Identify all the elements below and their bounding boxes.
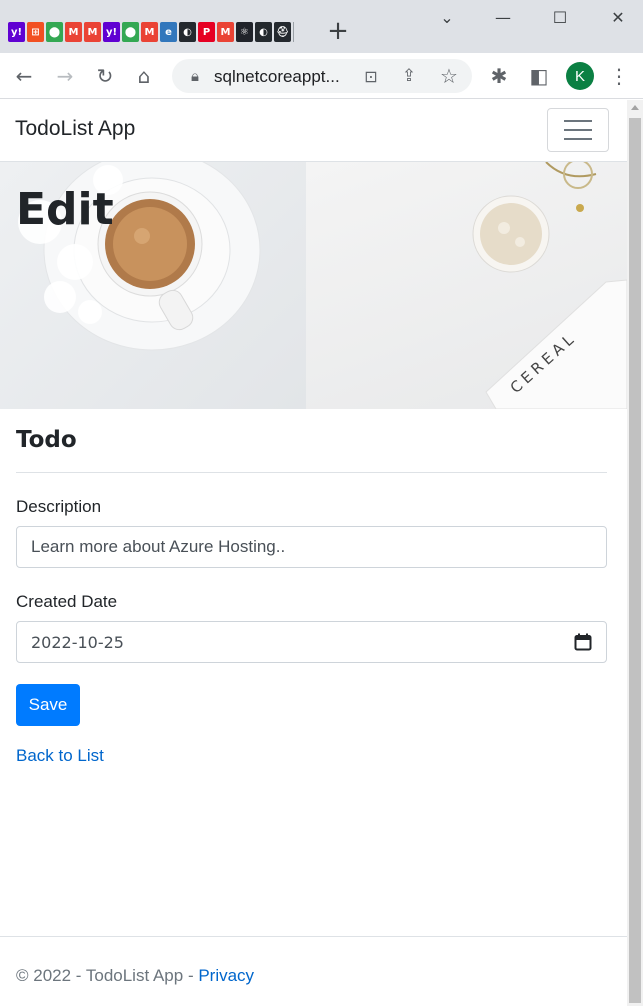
description-input[interactable]: Learn more about Azure Hosting..	[16, 526, 607, 568]
hero-image-cereal: CEREAL	[306, 162, 627, 409]
footer-copyright: © 2022 - TodoList App -	[16, 966, 199, 985]
new-tab-button[interactable]: +	[326, 18, 350, 44]
hero-banner: CEREAL Edit	[0, 162, 627, 409]
scroll-up-arrow[interactable]	[631, 105, 639, 110]
footer-text: © 2022 - TodoList App - Privacy	[16, 966, 254, 986]
gmail-icon[interactable]: M	[141, 22, 158, 42]
github-icon[interactable]: ◐	[255, 22, 272, 42]
cereal-illustration: CEREAL	[472, 162, 627, 409]
bookmark-star-icon[interactable]: ☆	[436, 63, 462, 89]
hamburger-line	[564, 120, 592, 122]
save-button[interactable]: Save	[16, 684, 80, 726]
google-maps-icon[interactable]: ⬤	[122, 22, 139, 42]
page-title: Edit	[16, 184, 114, 235]
menu-kebab-icon[interactable]: ⋮	[606, 63, 632, 89]
navbar-brand[interactable]: TodoList App	[15, 117, 135, 141]
google-maps-icon[interactable]: ⬤	[46, 22, 63, 42]
back-icon[interactable]: ←	[11, 63, 37, 89]
edge-icon[interactable]: e	[160, 22, 177, 42]
gmail-icon[interactable]: M	[217, 22, 234, 42]
scrollbar-thumb[interactable]	[629, 118, 641, 1003]
extensions-icon[interactable]: ✱	[486, 63, 512, 89]
tab-search-icon[interactable]: ⌄	[432, 6, 462, 30]
profile-avatar[interactable]: K	[566, 62, 594, 90]
yahoo-mail-icon[interactable]: y!	[8, 22, 25, 42]
page-scrollbar[interactable]	[627, 100, 643, 1006]
hamburger-line	[564, 138, 592, 140]
section-title: Todo	[16, 427, 77, 453]
home-icon[interactable]: ⌂	[131, 63, 157, 89]
pinterest-icon[interactable]: P	[198, 22, 215, 42]
minimize-icon[interactable]: —	[488, 6, 518, 30]
forward-icon[interactable]: →	[52, 63, 78, 89]
back-to-list-link[interactable]: Back to List	[16, 746, 104, 765]
yahoo-mail-icon[interactable]: y!	[103, 22, 120, 42]
navbar: TodoList App	[0, 100, 627, 162]
page-viewport: TodoList App CEREAL Edit Todo Descriptio…	[0, 100, 627, 1006]
divider	[16, 472, 607, 473]
hamburger-line	[564, 129, 592, 131]
created-date-input[interactable]: 2022-10-25	[16, 621, 607, 663]
side-panel-icon[interactable]: ◧	[526, 63, 552, 89]
react-icon[interactable]: ⚛	[236, 22, 253, 42]
footer: © 2022 - TodoList App - Privacy	[0, 936, 627, 1006]
privacy-link[interactable]: Privacy	[198, 966, 254, 985]
lock-icon[interactable]: 🔒︎	[182, 63, 208, 89]
description-label: Description	[16, 497, 102, 516]
browser-toolbar: ← → ↻ ⌂ 🔒︎ sqlnetcoreappt... ⊡ ⇪ ☆ ✱ ◧ K…	[0, 53, 643, 99]
microsoft-icon[interactable]: ⊞	[27, 22, 44, 42]
calendar-icon[interactable]	[574, 633, 592, 651]
app-icon[interactable]: ⛑	[274, 22, 291, 42]
close-window-icon[interactable]: ✕	[603, 6, 633, 30]
created-date-value: 2022-10-25	[31, 632, 124, 652]
translate-icon[interactable]: ⊡	[358, 63, 384, 89]
tab-separator	[293, 22, 294, 42]
address-bar[interactable]: 🔒︎ sqlnetcoreappt... ⊡ ⇪ ☆	[172, 59, 472, 93]
created-date-label: Created Date	[16, 592, 118, 611]
github-icon[interactable]: ◐	[179, 22, 196, 42]
edit-form-container: Todo Description Learn more about Azure …	[16, 420, 607, 766]
maximize-icon[interactable]: ☐	[545, 6, 575, 30]
gmail-icon[interactable]: M	[65, 22, 82, 42]
share-icon[interactable]: ⇪	[396, 63, 422, 89]
browser-tabstrip: y! ⊞ ⬤ M My! ⬤ Me ◐ P M ⚛ ◐ ⛑ + ⌄ — ☐ ✕	[0, 0, 643, 53]
url-text: sqlnetcoreappt...	[214, 67, 340, 86]
navbar-toggler-button[interactable]	[547, 108, 609, 152]
description-value: Learn more about Azure Hosting..	[31, 537, 286, 556]
reload-icon[interactable]: ↻	[92, 63, 118, 89]
gmail-icon[interactable]: M	[84, 22, 101, 42]
